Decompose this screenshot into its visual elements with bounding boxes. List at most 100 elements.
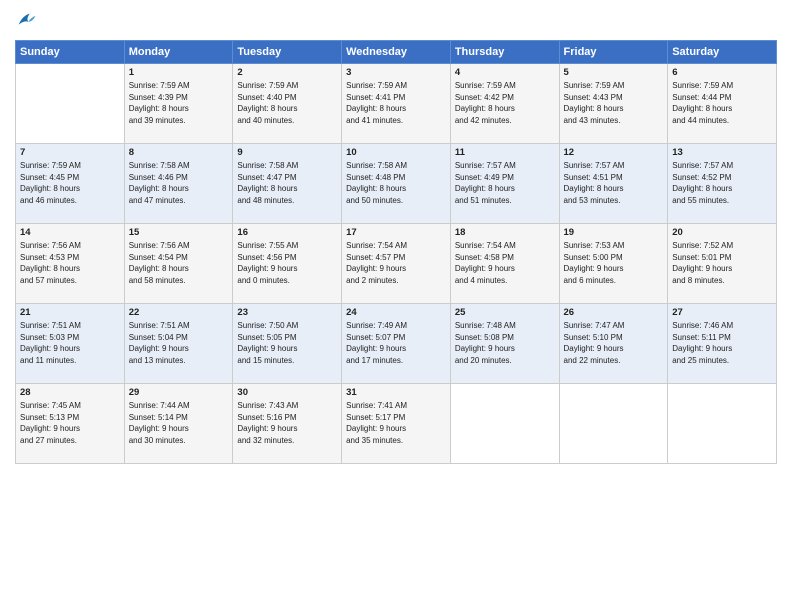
calendar-cell: 24 Sunrise: 7:49 AMSunset: 5:07 PMDayligh… [342,304,451,384]
calendar-cell [668,384,777,464]
day-number: 4 [455,67,555,78]
calendar-cell: 14Sunrise: 7:56 AMSunset: 4:53 PMDayligh… [16,224,125,304]
day-number: 1 [129,67,229,78]
day-number: 24 [346,307,446,318]
weekday-header: Monday [124,41,233,64]
cell-info: Sunrise: 7:45 AMSunset: 5:13 PMDaylight:… [20,400,120,446]
cell-info: Sunrise: 7:58 AMSunset: 4:46 PMDaylight:… [129,160,229,206]
day-number: 6 [672,67,772,78]
logo-bird-icon [15,10,37,32]
calendar-table: SundayMondayTuesdayWednesdayThursdayFrid… [15,40,777,464]
calendar-cell: 12Sunrise: 7:57 AMSunset: 4:51 PMDayligh… [559,144,668,224]
cell-info: Sunrise: 7:59 AMSunset: 4:40 PMDaylight:… [237,80,337,126]
calendar-cell: 17 Sunrise: 7:54 AMSunset: 4:57 PMDayligh… [342,224,451,304]
day-number: 26 [564,307,664,318]
calendar-cell: 3 Sunrise: 7:59 AMSunset: 4:41 PMDaylight… [342,64,451,144]
day-number: 20 [672,227,772,238]
day-number: 18 [455,227,555,238]
header-row: SundayMondayTuesdayWednesdayThursdayFrid… [16,41,777,64]
day-number: 19 [564,227,664,238]
calendar-cell: 16 Sunrise: 7:55 AMSunset: 4:56 PMDayligh… [233,224,342,304]
day-number: 25 [455,307,555,318]
calendar-cell: 2 Sunrise: 7:59 AMSunset: 4:40 PMDaylight… [233,64,342,144]
cell-info: Sunrise: 7:51 AMSunset: 5:03 PMDaylight:… [20,320,120,366]
calendar-cell: 8 Sunrise: 7:58 AMSunset: 4:46 PMDaylight… [124,144,233,224]
cell-info: Sunrise: 7:54 AMSunset: 4:57 PMDaylight:… [346,240,446,286]
calendar-cell: 1 Sunrise: 7:59 AMSunset: 4:39 PMDaylight… [124,64,233,144]
day-number: 8 [129,147,229,158]
calendar-cell: 22Sunrise: 7:51 AMSunset: 5:04 PMDayligh… [124,304,233,384]
day-number: 27 [672,307,772,318]
day-number: 30 [237,387,337,398]
day-number: 29 [129,387,229,398]
cell-info: Sunrise: 7:48 AMSunset: 5:08 PMDaylight:… [455,320,555,366]
day-number: 9 [237,147,337,158]
calendar-week-row: 14Sunrise: 7:56 AMSunset: 4:53 PMDayligh… [16,224,777,304]
cell-info: Sunrise: 7:50 AMSunset: 5:05 PMDaylight:… [237,320,337,366]
calendar-week-row: 1 Sunrise: 7:59 AMSunset: 4:39 PMDaylight… [16,64,777,144]
calendar-cell: 27 Sunrise: 7:46 AMSunset: 5:11 PMDayligh… [668,304,777,384]
calendar-cell: 25 Sunrise: 7:48 AMSunset: 5:08 PMDayligh… [450,304,559,384]
day-number: 28 [20,387,120,398]
cell-info: Sunrise: 7:55 AMSunset: 4:56 PMDaylight:… [237,240,337,286]
day-number: 14 [20,227,120,238]
calendar-cell [16,64,125,144]
calendar-cell: 11Sunrise: 7:57 AMSunset: 4:49 PMDayligh… [450,144,559,224]
cell-info: Sunrise: 7:59 AMSunset: 4:45 PMDaylight:… [20,160,120,206]
calendar-cell: 23 Sunrise: 7:50 AMSunset: 5:05 PMDayligh… [233,304,342,384]
day-number: 23 [237,307,337,318]
logo [15,10,39,32]
header [15,10,777,32]
day-number: 17 [346,227,446,238]
calendar-cell: 18 Sunrise: 7:54 AMSunset: 4:58 PMDayligh… [450,224,559,304]
cell-info: Sunrise: 7:59 AMSunset: 4:42 PMDaylight:… [455,80,555,126]
day-number: 10 [346,147,446,158]
calendar-cell: 20Sunrise: 7:52 AMSunset: 5:01 PMDayligh… [668,224,777,304]
cell-info: Sunrise: 7:51 AMSunset: 5:04 PMDaylight:… [129,320,229,366]
day-number: 3 [346,67,446,78]
calendar-cell: 30Sunrise: 7:43 AMSunset: 5:16 PMDayligh… [233,384,342,464]
cell-info: Sunrise: 7:47 AMSunset: 5:10 PMDaylight:… [564,320,664,366]
day-number: 11 [455,147,555,158]
calendar-week-row: 21 Sunrise: 7:51 AMSunset: 5:03 PMDayligh… [16,304,777,384]
cell-info: Sunrise: 7:46 AMSunset: 5:11 PMDaylight:… [672,320,772,366]
calendar-cell: 6 Sunrise: 7:59 AMSunset: 4:44 PMDaylight… [668,64,777,144]
cell-info: Sunrise: 7:54 AMSunset: 4:58 PMDaylight:… [455,240,555,286]
weekday-header: Wednesday [342,41,451,64]
weekday-header: Tuesday [233,41,342,64]
calendar-cell: 9Sunrise: 7:58 AMSunset: 4:47 PMDaylight… [233,144,342,224]
calendar-cell: 13 Sunrise: 7:57 AMSunset: 4:52 PMDayligh… [668,144,777,224]
calendar-cell: 10Sunrise: 7:58 AMSunset: 4:48 PMDayligh… [342,144,451,224]
weekday-header: Saturday [668,41,777,64]
weekday-header: Thursday [450,41,559,64]
day-number: 2 [237,67,337,78]
cell-info: Sunrise: 7:56 AMSunset: 4:54 PMDaylight:… [129,240,229,286]
day-number: 13 [672,147,772,158]
calendar-cell: 31 Sunrise: 7:41 AMSunset: 5:17 PMDayligh… [342,384,451,464]
day-number: 5 [564,67,664,78]
calendar-cell: 5Sunrise: 7:59 AMSunset: 4:43 PMDaylight… [559,64,668,144]
calendar-cell: 15 Sunrise: 7:56 AMSunset: 4:54 PMDayligh… [124,224,233,304]
cell-info: Sunrise: 7:59 AMSunset: 4:41 PMDaylight:… [346,80,446,126]
cell-info: Sunrise: 7:41 AMSunset: 5:17 PMDaylight:… [346,400,446,446]
cell-info: Sunrise: 7:57 AMSunset: 4:51 PMDaylight:… [564,160,664,206]
calendar-cell: 21 Sunrise: 7:51 AMSunset: 5:03 PMDayligh… [16,304,125,384]
cell-info: Sunrise: 7:44 AMSunset: 5:14 PMDaylight:… [129,400,229,446]
cell-info: Sunrise: 7:59 AMSunset: 4:44 PMDaylight:… [672,80,772,126]
day-number: 21 [20,307,120,318]
cell-info: Sunrise: 7:49 AMSunset: 5:07 PMDaylight:… [346,320,446,366]
cell-info: Sunrise: 7:53 AMSunset: 5:00 PMDaylight:… [564,240,664,286]
day-number: 31 [346,387,446,398]
cell-info: Sunrise: 7:57 AMSunset: 4:52 PMDaylight:… [672,160,772,206]
calendar-week-row: 28 Sunrise: 7:45 AMSunset: 5:13 PMDayligh… [16,384,777,464]
day-number: 7 [20,147,120,158]
weekday-header: Friday [559,41,668,64]
page: SundayMondayTuesdayWednesdayThursdayFrid… [0,0,792,612]
cell-info: Sunrise: 7:59 AMSunset: 4:39 PMDaylight:… [129,80,229,126]
calendar-cell: 19 Sunrise: 7:53 AMSunset: 5:00 PMDayligh… [559,224,668,304]
day-number: 16 [237,227,337,238]
weekday-header: Sunday [16,41,125,64]
calendar-cell [450,384,559,464]
day-number: 15 [129,227,229,238]
calendar-cell: 28 Sunrise: 7:45 AMSunset: 5:13 PMDayligh… [16,384,125,464]
